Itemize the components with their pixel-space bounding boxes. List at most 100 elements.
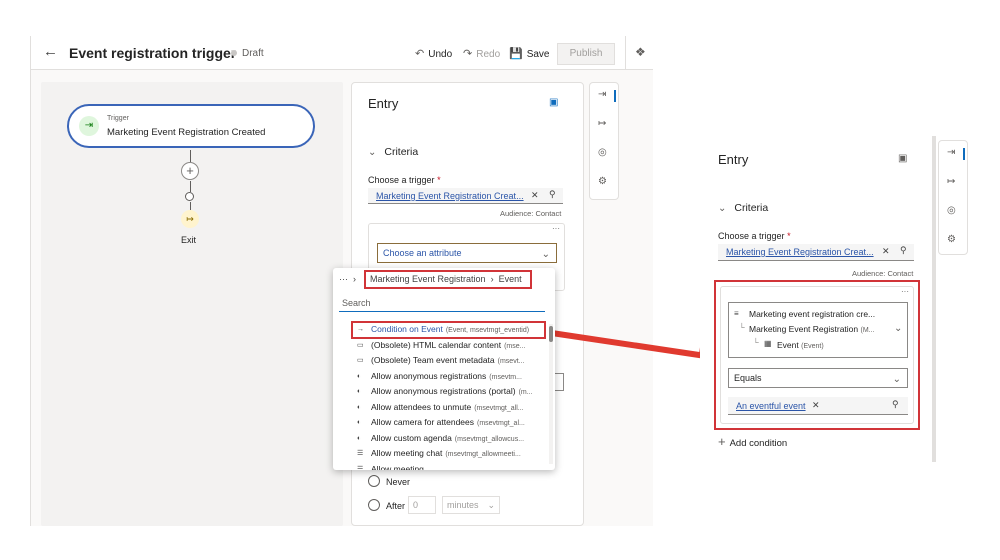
field-type-icon: ◐ xyxy=(357,403,362,411)
field-type-icon: ◐ xyxy=(357,388,362,395)
scrollbar[interactable] xyxy=(549,324,553,464)
copilot-icon[interactable]: ❖ xyxy=(635,45,646,59)
criteria-section-header[interactable]: ⌄ Criteria xyxy=(718,202,768,214)
attribute-list-item[interactable]: ☰ Allow meeting... xyxy=(333,462,555,471)
more-options-icon[interactable]: ··· xyxy=(901,287,909,296)
goal-icon[interactable]: ◎ xyxy=(598,147,607,158)
path-level-3: Event (Event) xyxy=(777,340,824,350)
tree-branch: └ xyxy=(739,323,745,332)
search-icon[interactable]: ⚲ xyxy=(549,189,556,200)
search-input[interactable]: Search xyxy=(339,294,545,312)
attribute-path-dropdown[interactable]: ≡ Marketing event registration cre... └ … xyxy=(728,302,908,358)
trigger-name: Marketing Event Registration Created xyxy=(107,127,266,138)
chevron-down-icon: ⌄ xyxy=(487,500,495,510)
field-type-icon: ◐ xyxy=(357,372,362,380)
add-step-button[interactable]: + xyxy=(181,162,199,180)
path-level-2: Marketing Event Registration (M... xyxy=(749,324,875,334)
trigger-picker[interactable]: Marketing Event Registration Creat... ✕ … xyxy=(718,244,914,261)
undo-icon: ↶ xyxy=(415,48,425,60)
entry-icon[interactable]: ⇥ xyxy=(947,147,955,158)
divider xyxy=(625,36,626,70)
status-badge: Draft xyxy=(231,48,264,59)
add-icon: + xyxy=(718,434,726,449)
exit-icon[interactable]: ↦ xyxy=(181,210,199,228)
remove-value-icon[interactable]: ✕ xyxy=(812,400,820,411)
tree-branch: └ xyxy=(753,338,759,347)
condition-card: ··· ≡ Marketing event registration cre..… xyxy=(720,286,914,424)
chevron-down-icon: ⌄ xyxy=(892,374,901,385)
operator-dropdown[interactable]: Equals ⌄ xyxy=(728,368,908,388)
choose-trigger-label: Choose a trigger * xyxy=(368,175,441,185)
panel-splitter[interactable] xyxy=(932,136,936,462)
attribute-list-item[interactable]: ◐ Allow custom agenda (msevtmgt_allowcus..… xyxy=(333,431,555,446)
connector-line xyxy=(190,181,191,192)
criteria-section-header[interactable]: ⌄ Criteria xyxy=(368,146,418,158)
trigger-picker[interactable]: Marketing Event Registration Creat... ✕ … xyxy=(368,188,563,204)
attribute-list-item[interactable]: ☰ Allow meeting chat (msevtmgt_allowmeeti.… xyxy=(333,446,555,461)
never-radio[interactable] xyxy=(368,475,380,487)
entry-panel-zoomed: Entry ▣ ⌄ Criteria Choose a trigger * Mar… xyxy=(700,136,932,462)
value-picker[interactable]: An eventful event ✕ ⚲ xyxy=(728,397,908,415)
attribute-list-item[interactable]: ▭ (Obsolete) Team event metadata (msevt... xyxy=(333,353,555,368)
exit-nav-icon[interactable]: ↦ xyxy=(947,176,955,187)
attribute-list-item[interactable]: ◐ Allow attendees to unmute (msevtmgt_all.… xyxy=(333,400,555,415)
path-level-1: Marketing event registration cre... xyxy=(749,309,876,319)
connector-line xyxy=(190,202,191,210)
exit-label: Exit xyxy=(181,235,197,245)
attribute-dropdown[interactable]: Choose an attribute ⌄ xyxy=(377,243,557,263)
publish-button[interactable]: Publish xyxy=(557,43,615,65)
never-label: Never xyxy=(386,477,411,487)
panel-title: Entry xyxy=(718,152,749,167)
breadcrumb-highlight: Marketing Event Registration › Event xyxy=(364,270,532,289)
choose-trigger-label: Choose a trigger * xyxy=(718,231,791,241)
field-type-icon: ☰ xyxy=(357,465,364,471)
exit-nav-icon[interactable]: ↦ xyxy=(598,118,606,129)
attribute-list-item[interactable]: ◐ Allow camera for attendees (msevtmgt_al.… xyxy=(333,415,555,430)
connector-node xyxy=(185,192,194,201)
goal-icon[interactable]: ◎ xyxy=(947,205,956,216)
add-condition-button[interactable]: + Add condition xyxy=(718,434,787,449)
collapse-panel-icon[interactable]: ▣ xyxy=(898,153,907,164)
trigger-icon: ⇥ xyxy=(79,116,99,136)
after-radio[interactable] xyxy=(368,499,380,511)
selected-indicator xyxy=(963,148,965,160)
remove-trigger-icon[interactable]: ✕ xyxy=(882,246,890,257)
trigger-type-label: Trigger xyxy=(107,115,129,122)
attribute-list-item[interactable]: ◐ Allow anonymous registrations (portal)(… xyxy=(333,384,555,399)
trigger-tag[interactable]: Marketing Event Registration Creat... xyxy=(726,247,874,257)
search-icon[interactable]: ⚲ xyxy=(900,245,907,256)
remove-trigger-icon[interactable]: ✕ xyxy=(531,190,539,201)
more-options-icon[interactable]: ··· xyxy=(552,224,560,233)
trigger-node[interactable]: ⇥ Trigger Marketing Event Registration C… xyxy=(67,104,315,148)
attribute-list-item[interactable]: ◐ Allow anonymous registrations (msevtm... xyxy=(333,369,555,384)
breadcrumb-item[interactable]: Marketing Event Registration xyxy=(370,274,486,284)
trigger-tag[interactable]: Marketing Event Registration Creat... xyxy=(376,191,524,201)
settings-icon[interactable]: ⚙ xyxy=(598,176,607,187)
highlight-condition xyxy=(351,321,546,339)
entry-icon[interactable]: ⇥ xyxy=(598,89,606,100)
field-type-icon: ☰ xyxy=(357,450,364,457)
save-button[interactable]: 💾 Save xyxy=(509,47,550,60)
breadcrumb-item[interactable]: Event xyxy=(499,274,522,284)
back-arrow-icon[interactable]: ← xyxy=(43,43,58,60)
table-icon: ▦ xyxy=(764,339,772,348)
after-value-input[interactable]: 0 xyxy=(408,496,436,514)
attribute-list-item[interactable]: ▭ (Obsolete) HTML calendar content (mse... xyxy=(333,338,555,353)
journey-canvas xyxy=(41,82,343,526)
filter-icon: ≡ xyxy=(734,309,739,318)
connector-line xyxy=(190,150,191,162)
unit-dropdown[interactable]: minutes ⌄ xyxy=(442,496,500,514)
scrollbar-thumb[interactable] xyxy=(549,326,553,342)
value-tag[interactable]: An eventful event xyxy=(736,401,806,411)
settings-icon[interactable]: ⚙ xyxy=(947,234,956,245)
chevron-down-icon: ⌄ xyxy=(718,203,727,214)
undo-button[interactable]: ↶ Undo xyxy=(415,47,452,60)
selected-indicator xyxy=(614,90,616,102)
redo-icon: ↷ xyxy=(463,48,473,60)
collapse-panel-icon[interactable]: ▣ xyxy=(549,97,558,108)
redo-button[interactable]: ↷ Redo xyxy=(463,47,500,60)
search-icon[interactable]: ⚲ xyxy=(892,399,899,410)
panel-title: Entry xyxy=(368,96,399,111)
breadcrumb: ··· › xyxy=(339,274,359,284)
page-title: Event registration trigger xyxy=(69,45,237,61)
